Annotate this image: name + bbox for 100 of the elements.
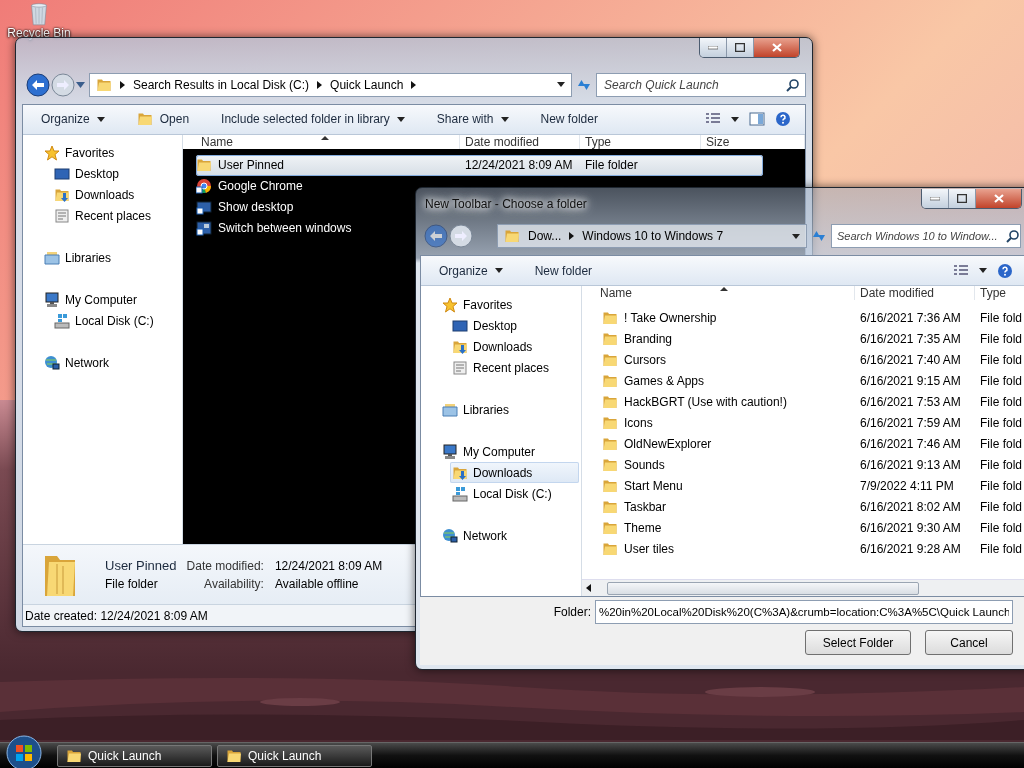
close-icon — [993, 194, 1004, 203]
file-row[interactable]: Icons 6/16/2021 7:59 AM File fold — [582, 412, 1024, 433]
folder-field[interactable]: %20in%20Local%20Disk%20(C%3A)&crumb=location:C%3A%5C\Quick Launch — [595, 600, 1013, 624]
date-cell-text: 6/16/2021 7:36 AM — [859, 310, 962, 325]
maximize-button[interactable] — [727, 38, 754, 57]
nav-item[interactable]: Recent places — [52, 205, 180, 227]
type-cell-text: File fold — [979, 541, 1023, 556]
taskbar-button[interactable]: Quick Launch — [57, 744, 212, 767]
toolbar-button[interactable]: New folder — [524, 258, 603, 283]
toolbar-button[interactable]: Organize — [31, 107, 115, 132]
column-header[interactable]: Type — [580, 134, 701, 149]
caret-icon — [500, 116, 509, 122]
star-icon — [442, 296, 458, 313]
nav-item[interactable]: Recent places — [450, 357, 579, 378]
nav-item[interactable]: Libraries — [42, 247, 180, 269]
nav-item[interactable]: My Computer — [42, 289, 180, 311]
breadcrumb-arrow-icon — [411, 80, 417, 89]
nav-item[interactable]: My Computer — [440, 441, 579, 462]
nav-item[interactable]: Network — [42, 352, 180, 374]
breadcrumb[interactable]: Windows 10 to Windows 7 — [582, 229, 724, 243]
date-cell-text: 6/16/2021 7:59 AM — [859, 415, 962, 430]
file-row[interactable]: Branding 6/16/2021 7:35 AM File fold — [582, 328, 1024, 349]
file-row[interactable]: User tiles 6/16/2021 9:28 AM File fold — [582, 538, 1024, 559]
field-value: 12/24/2021 8:09 AM — [273, 559, 383, 573]
drive-icon — [452, 485, 468, 502]
address-bar[interactable]: Search Results in Local Disk (C:) Quick Launch — [89, 72, 572, 97]
computer-icon — [44, 292, 60, 309]
column-header[interactable]: Type — [975, 286, 1024, 300]
file-row[interactable]: Google Chrome — [196, 175, 303, 197]
toolbar-button[interactable]: New folder — [530, 107, 608, 132]
breadcrumb-arrow-icon — [317, 80, 323, 89]
column-header[interactable]: Size — [701, 134, 805, 149]
search-field[interactable]: Search Windows 10 to Window... — [831, 224, 1021, 248]
type-cell-text: File fold — [979, 478, 1023, 493]
globe-icon — [442, 527, 458, 544]
date-cell-text: 6/16/2021 7:40 AM — [859, 352, 962, 367]
dialog-button[interactable]: Cancel — [925, 630, 1013, 655]
address-bar[interactable]: Dow... Windows 10 to Windows 7 — [497, 224, 807, 248]
minimize-icon — [708, 45, 718, 50]
breadcrumb[interactable]: Dow... — [528, 229, 562, 243]
column-header[interactable]: Date modified — [855, 286, 975, 300]
toolbar-button[interactable]: Include selected folder in library — [211, 107, 415, 132]
nav-item[interactable]: Downloads — [450, 462, 579, 483]
file-row[interactable]: OldNewExplorer 6/16/2021 7:46 AM File fold — [582, 433, 1024, 454]
close-button[interactable] — [976, 189, 1021, 208]
toolbar-button[interactable]: Open — [126, 107, 200, 132]
file-row[interactable]: User Pinned 12/24/2021 8:09 AM File folder — [196, 154, 763, 176]
nav-item[interactable]: Local Disk (C:) — [52, 310, 180, 332]
toolbar-button[interactable]: Share with — [426, 107, 519, 132]
maximize-button[interactable] — [949, 189, 976, 208]
maximize-icon — [957, 194, 967, 203]
file-name: Google Chrome — [218, 179, 303, 194]
file-row[interactable]: Games & Apps 6/16/2021 9:15 AM File fold — [582, 370, 1024, 391]
folder-icon — [136, 111, 153, 128]
file-row[interactable]: Theme 6/16/2021 9:30 AM File fold — [582, 517, 1024, 538]
caret-icon — [979, 268, 987, 273]
date-cell-text: 6/16/2021 9:30 AM — [859, 520, 962, 535]
file-name: OldNewExplorer — [624, 436, 712, 451]
column-header[interactable]: Date modified — [460, 134, 580, 149]
file-row[interactable]: HackBGRT (Use with caution!) 6/16/2021 7:53 AM File fold — [582, 391, 1024, 412]
forward-button[interactable] — [449, 224, 473, 248]
file-name: Icons — [624, 415, 653, 430]
breadcrumb[interactable]: Quick Launch — [330, 77, 404, 92]
file-row[interactable]: Cursors 6/16/2021 7:40 AM File fold — [582, 349, 1024, 370]
file-row[interactable]: Show desktop — [196, 196, 294, 218]
close-button[interactable] — [754, 38, 799, 57]
star-icon — [44, 145, 60, 162]
dropdown-icon — [76, 81, 85, 88]
globe-icon — [44, 355, 60, 372]
nav-item[interactable]: Network — [440, 525, 579, 546]
nav-item[interactable]: Favorites — [42, 142, 180, 164]
horizontal-scrollbar[interactable] — [582, 579, 1024, 596]
nav-item[interactable]: Desktop — [450, 315, 579, 336]
back-button[interactable] — [26, 72, 50, 97]
document-icon — [452, 359, 468, 376]
file-row[interactable]: ! Take Ownership 6/16/2021 7:36 AM File fold — [582, 307, 1024, 328]
file-row[interactable]: Sounds 6/16/2021 9:13 AM File fold — [582, 454, 1024, 475]
nav-item[interactable]: Libraries — [440, 399, 579, 420]
round-logo-icon — [196, 178, 212, 195]
search-field[interactable]: Search Quick Launch — [596, 72, 806, 97]
file-row[interactable]: Taskbar 6/16/2021 8:02 AM File fold — [582, 496, 1024, 517]
maximize-icon — [735, 43, 745, 52]
breadcrumb[interactable]: Search Results in Local Disk (C:) — [133, 77, 310, 92]
status-text: Date created: 12/24/2021 8:09 AM — [25, 608, 208, 623]
toolbar-button[interactable]: Organize — [429, 258, 513, 283]
field-value: Available offline — [273, 577, 360, 591]
taskbar-button[interactable]: Quick Launch — [217, 744, 372, 767]
type-cell-text: File fold — [979, 520, 1023, 535]
dropdown-icon — [792, 233, 800, 239]
dialog-button[interactable]: Select Folder — [805, 630, 911, 655]
file-name: Games & Apps — [624, 373, 705, 388]
nav-item[interactable]: Local Disk (C:) — [450, 483, 579, 504]
nav-item[interactable]: Desktop — [52, 163, 180, 185]
file-row[interactable]: Start Menu 7/9/2022 4:11 PM File fold — [582, 475, 1024, 496]
file-row[interactable]: Switch between windows — [196, 217, 352, 239]
start-button[interactable] — [6, 735, 42, 768]
nav-item[interactable]: Downloads — [52, 184, 180, 206]
back-button[interactable] — [424, 224, 448, 248]
nav-item[interactable]: Favorites — [440, 294, 579, 315]
nav-item[interactable]: Downloads — [450, 336, 579, 357]
